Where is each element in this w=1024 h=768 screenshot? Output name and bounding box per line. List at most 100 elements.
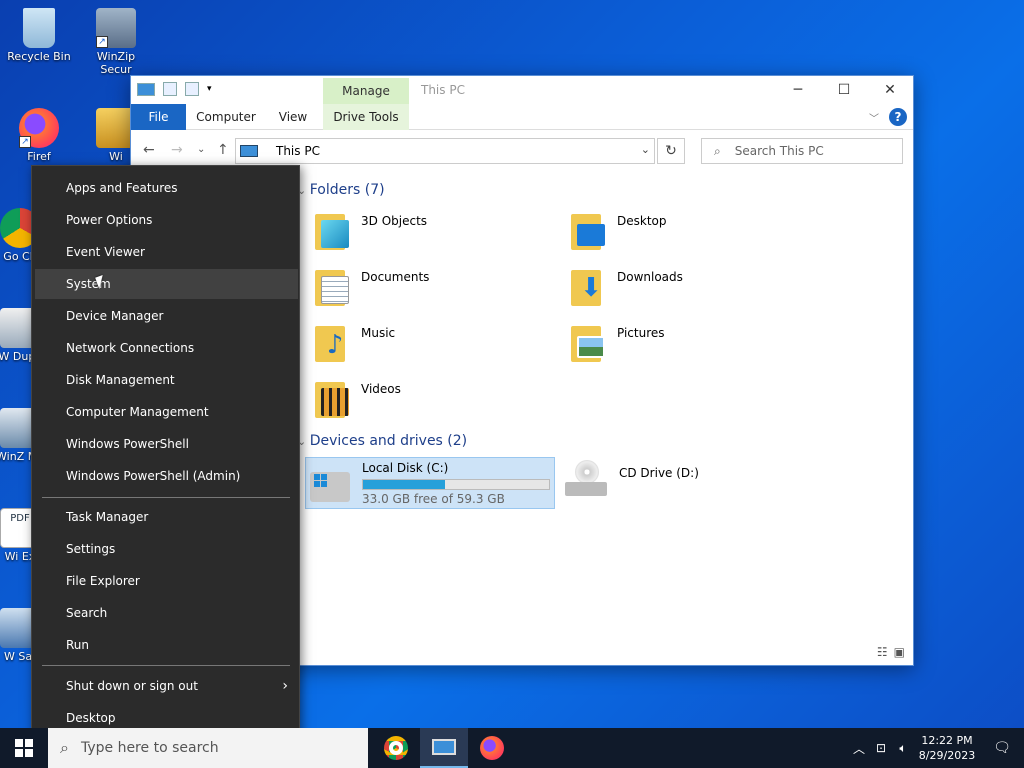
up-arrow-icon[interactable]: ↑ xyxy=(217,142,229,158)
folder-videos-icon xyxy=(315,378,349,418)
drive-local-disk-c[interactable]: Local Disk (C:) 33.0 GB free of 59.3 GB xyxy=(305,457,555,509)
menu-item-task-manager[interactable]: Task Manager xyxy=(35,502,298,532)
folder-videos[interactable]: Videos xyxy=(315,378,401,418)
folder-3d-objects-icon xyxy=(315,210,349,250)
large-icons-view-icon[interactable]: ▣ xyxy=(894,645,905,659)
menu-item-label: Shut down or sign out xyxy=(66,679,198,693)
start-button[interactable] xyxy=(0,728,48,768)
folder-documents-icon xyxy=(315,266,349,306)
menu-item-file-explorer[interactable]: File Explorer xyxy=(35,566,298,596)
minimize-button[interactable]: ─ xyxy=(775,76,821,104)
folder-label: Music xyxy=(361,326,396,340)
drive-label: CD Drive (D:) xyxy=(619,466,699,480)
close-button[interactable]: ✕ xyxy=(867,76,913,104)
quick-access-toolbar: ▾ xyxy=(137,82,212,96)
desktop-icon-label: Firef xyxy=(27,150,51,163)
folder-desktop[interactable]: Desktop xyxy=(571,210,667,250)
desktop-icon-recycle-bin[interactable]: Recycle Bin xyxy=(3,8,75,63)
folder-label: Pictures xyxy=(617,326,665,340)
address-text: This PC xyxy=(276,144,320,158)
tab-computer[interactable]: Computer xyxy=(193,104,259,130)
taskbar-search-box[interactable]: ⌕ Type here to search xyxy=(48,728,368,768)
network-icon[interactable]: ⊡ xyxy=(870,741,892,755)
tab-file[interactable]: File xyxy=(131,104,186,130)
taskbar-chrome[interactable] xyxy=(372,728,420,768)
chrome-icon xyxy=(384,736,408,760)
search-icon: ⌕ xyxy=(714,143,721,158)
details-view-icon[interactable]: ☷ xyxy=(877,645,888,659)
tab-manage[interactable]: Manage xyxy=(323,78,409,104)
menu-item-shut-down-or-sign-out[interactable]: Shut down or sign out › xyxy=(35,671,298,701)
drive-cd-d[interactable]: CD Drive (D:) xyxy=(565,460,699,500)
taskbar-firefox[interactable] xyxy=(468,728,516,768)
new-folder-icon[interactable] xyxy=(185,82,199,96)
navigation-bar: ← → ⌄ ↑ This PC ⌄ ↻ ⌕ Search This PC xyxy=(131,130,913,170)
menu-item-search[interactable]: Search xyxy=(35,598,298,628)
devices-group-header[interactable]: ⌄ Devices and drives (2) xyxy=(297,433,467,449)
maximize-button[interactable]: ☐ xyxy=(821,76,867,104)
address-bar[interactable]: This PC ⌄ xyxy=(235,138,655,164)
windows-logo-icon xyxy=(15,739,33,757)
menu-item-windows-powershell-admin[interactable]: Windows PowerShell (Admin) xyxy=(35,461,298,491)
menu-separator xyxy=(42,665,290,666)
firefox-icon xyxy=(480,736,504,760)
notification-icon[interactable]: 🗨︎ xyxy=(980,740,1024,756)
shortcut-arrow-icon: ↗ xyxy=(96,36,108,48)
this-pc-icon xyxy=(432,739,456,755)
menu-item-power-options[interactable]: Power Options xyxy=(35,205,298,235)
folder-downloads[interactable]: ⬇ Downloads xyxy=(571,266,683,306)
this-pc-icon xyxy=(240,145,258,157)
menu-item-windows-powershell[interactable]: Windows PowerShell xyxy=(35,429,298,459)
folder-label: Downloads xyxy=(617,270,683,284)
chevron-down-icon[interactable]: ⌄ xyxy=(641,143,650,156)
menu-item-computer-management[interactable]: Computer Management xyxy=(35,397,298,427)
firefox-icon: ↗ xyxy=(19,108,59,148)
folder-pictures-icon xyxy=(571,322,605,362)
desktop-icon-winzip-secure[interactable]: ↗ WinZip Secur xyxy=(80,8,152,76)
folder-music[interactable]: ♪ Music xyxy=(315,322,395,362)
ribbon-tabs: File Computer View Drive Tools ﹀ ? xyxy=(131,104,913,130)
forward-arrow-icon[interactable]: → xyxy=(171,142,183,158)
customize-toolbar-icon[interactable]: ▾ xyxy=(207,84,212,94)
clock-time: 12:22 PM xyxy=(921,734,973,747)
taskbar-search-placeholder: Type here to search xyxy=(80,740,219,756)
menu-separator xyxy=(42,497,290,498)
search-placeholder: Search This PC xyxy=(734,144,824,158)
menu-item-event-viewer[interactable]: Event Viewer xyxy=(35,237,298,267)
search-box[interactable]: ⌕ Search This PC xyxy=(701,138,903,164)
tab-drive-tools[interactable]: Drive Tools xyxy=(323,104,409,130)
menu-item-device-manager[interactable]: Device Manager xyxy=(35,301,298,331)
menu-item-system[interactable]: System xyxy=(35,269,298,299)
folder-documents[interactable]: Documents xyxy=(315,266,429,306)
menu-item-run[interactable]: Run xyxy=(35,630,298,660)
clock[interactable]: 12:22 PM 8/29/2023 xyxy=(914,733,980,763)
search-icon: ⌕ xyxy=(60,738,69,757)
title-bar[interactable]: ▾ Manage This PC ─ ☐ ✕ xyxy=(131,76,913,104)
folder-3d-objects[interactable]: 3D Objects xyxy=(315,210,427,250)
volume-icon[interactable]: 🔈︎ xyxy=(892,741,914,756)
menu-item-network-connections[interactable]: Network Connections xyxy=(35,333,298,363)
desktop-icon-firefox[interactable]: ↗ Firef xyxy=(3,108,75,163)
help-button[interactable]: ? xyxy=(889,108,907,126)
folder-downloads-icon: ⬇ xyxy=(571,266,605,306)
drive-label: Local Disk (C:) xyxy=(362,461,449,475)
menu-item-settings[interactable]: Settings xyxy=(35,534,298,564)
chevron-right-icon: › xyxy=(282,678,288,694)
back-arrow-icon[interactable]: ← xyxy=(143,142,155,158)
folders-group-header[interactable]: ⌄ Folders (7) xyxy=(297,182,385,198)
menu-item-disk-management[interactable]: Disk Management xyxy=(35,365,298,395)
taskbar-file-explorer[interactable] xyxy=(420,728,468,768)
taskbar: ⌕ Type here to search ︿ ⊡ 🔈︎ 12:22 PM 8/… xyxy=(0,728,1024,768)
properties-icon[interactable] xyxy=(163,82,177,96)
cd-drive-icon xyxy=(565,460,607,500)
menu-item-apps-and-features[interactable]: Apps and Features xyxy=(35,173,298,203)
clock-date: 8/29/2023 xyxy=(918,749,976,762)
drive-usage-bar xyxy=(362,479,550,490)
expand-ribbon-icon[interactable]: ﹀ xyxy=(869,110,879,125)
tab-view[interactable]: View xyxy=(271,104,315,130)
refresh-button[interactable]: ↻ xyxy=(657,138,685,164)
power-user-menu: Apps and Features Power Options Event Vi… xyxy=(31,165,300,743)
folder-pictures[interactable]: Pictures xyxy=(571,322,665,362)
chevron-up-icon[interactable]: ︿ xyxy=(848,740,870,757)
recent-locations-chevron-icon[interactable]: ⌄ xyxy=(197,144,205,155)
